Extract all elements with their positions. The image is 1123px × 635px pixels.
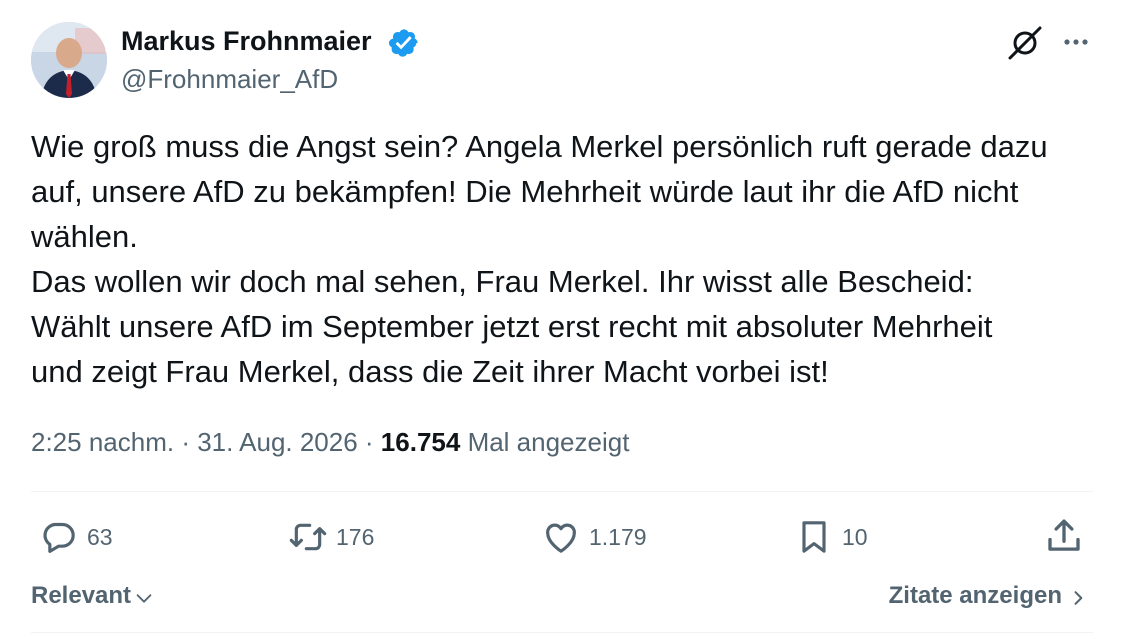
quotes-label: Zitate anzeigen [888,582,1062,609]
bookmark-count: 10 [842,523,868,550]
verified-badge-icon [389,29,418,57]
chevron-right-icon [1074,591,1083,605]
views-count: 16.754 [380,427,461,457]
sort-label: Relevant [31,582,132,609]
divider [31,632,1093,633]
bookmark-button[interactable]: 10 [794,515,868,559]
views-label: Mal angezeigt [467,427,630,457]
meta-separator: · [357,427,381,457]
tweet-meta: 2:25 nachm. · 31. Aug. 2026 · 16.754 Mal… [31,424,629,460]
tweet-text: Wie groß muss die Angst sein? Angela Mer… [31,129,1048,389]
like-button[interactable]: 1.179 [541,515,647,559]
view-quotes-link[interactable]: Zitate anzeigen [889,578,1088,614]
grok-icon[interactable] [1006,24,1044,62]
reply-count: 63 [87,523,113,550]
repost-button[interactable]: 176 [288,515,374,559]
divider [31,491,1093,492]
author-name[interactable]: Markus Frohnmaier [121,24,372,58]
meta-separator: · [174,427,198,457]
avatar[interactable] [31,22,107,98]
chevron-down-icon [136,594,152,603]
sort-dropdown[interactable]: Relevant [31,578,155,614]
reply-button[interactable]: 63 [39,515,113,559]
like-icon [546,523,576,553]
author-handle[interactable]: @Frohnmaier_AfD [121,62,338,96]
bookmark-icon [802,521,826,553]
repost-icon [289,523,327,551]
reply-icon [43,522,75,553]
more-icon[interactable] [1058,24,1094,60]
repost-count: 176 [336,523,375,550]
tweet-time[interactable]: 2:25 nachm. [31,427,174,457]
avatar-image [31,22,107,98]
tweet-date[interactable]: 31. Aug. 2026 [197,427,357,457]
share-icon[interactable] [1043,515,1085,557]
like-count: 1.179 [589,523,647,550]
